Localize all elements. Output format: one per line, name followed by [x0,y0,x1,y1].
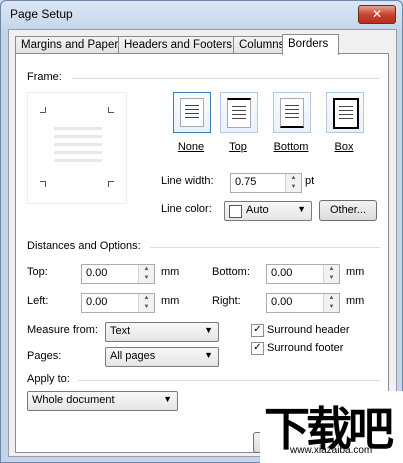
color-swatch [229,205,242,218]
apply-separator [78,380,380,381]
measure-from-label: Measure from: [27,324,98,336]
chevron-down-icon: ▼ [163,394,172,404]
tab-margins-and-paper[interactable]: Margins and Paper [15,36,119,54]
border-top-label: Top [229,141,247,153]
top-label: Top: [27,266,48,278]
border-bottom-icon [280,98,304,128]
chevron-down-icon: ▼ [204,350,213,360]
preview-corner-bl [40,181,46,187]
top-unit: mm [161,266,180,278]
left-unit: mm [161,295,180,307]
border-none-button[interactable] [173,92,211,133]
other-color-button[interactable]: Other... [319,200,377,221]
surround-header-checkbox[interactable]: ✓ [251,324,264,337]
window-title: Page Setup [10,7,73,21]
line-width-label: Line width: [161,175,214,187]
line-width-stepper[interactable]: 0.75 ▲ ▼ [230,173,302,193]
measure-from-value: Text [110,325,131,337]
border-bottom-button[interactable] [273,92,311,133]
line-width-value: 0.75 [235,176,257,188]
preview-line [54,143,102,146]
left-distance-stepper[interactable]: 0.00 ▲ ▼ [81,293,155,313]
preview-line [54,127,102,130]
line-width-unit: pt [305,175,315,187]
measure-from-dropdown[interactable]: Text ▼ [105,322,219,342]
border-box-icon [333,98,359,129]
preview-corner-br [108,181,114,187]
preview-corner-tr [108,107,114,113]
left-distance-arrows[interactable]: ▲ ▼ [138,294,154,312]
apply-to-value: Whole document [32,394,115,406]
frame-label: Frame: [27,71,62,83]
right-distance-stepper[interactable]: 0.00 ▲ ▼ [266,293,340,313]
pages-dropdown[interactable]: All pages ▼ [105,347,219,367]
distances-separator [150,247,380,248]
apply-to-dropdown[interactable]: Whole document ▼ [27,391,178,411]
apply-to-label: Apply to: [27,373,70,385]
surround-footer-label: Surround footer [267,342,344,354]
tab-borders[interactable]: Borders [282,34,339,55]
preview-line [54,151,102,154]
surround-header-label: Surround header [267,324,350,336]
chevron-down-icon: ▼ [204,325,213,335]
chevron-down-icon: ▼ [297,204,306,214]
border-top-icon [227,98,251,128]
close-button[interactable]: ✕ [358,5,396,24]
right-distance-value: 0.00 [271,296,293,308]
frame-separator [72,78,380,79]
bottom-distance-value: 0.00 [271,267,293,279]
bottom-unit: mm [346,266,365,278]
line-color-dropdown[interactable]: Auto ▼ [224,201,312,221]
bottom-distance-arrows[interactable]: ▲ ▼ [323,265,339,283]
bottom-distance-stepper[interactable]: 0.00 ▲ ▼ [266,264,340,284]
preview-line [54,135,102,138]
top-distance-stepper[interactable]: 0.00 ▲ ▼ [81,264,155,284]
title-bar[interactable]: Page Setup ✕ [1,1,402,29]
preview-corner-tl [40,107,46,113]
border-none-label: None [177,141,205,153]
pages-label: Pages: [27,350,62,362]
left-label: Left: [27,295,49,307]
watermark-url: www.xiazaiba.com [290,445,373,456]
surround-footer-checkbox[interactable]: ✓ [251,342,264,355]
border-top-button[interactable] [220,92,258,133]
border-box-button[interactable] [326,92,364,133]
bottom-label: Bottom: [212,266,250,278]
distances-label: Distances and Options: [27,240,141,252]
line-color-label: Line color: [161,203,212,215]
preview-line [54,159,102,162]
tab-headers-and-footers[interactable]: Headers and Footers [118,36,234,54]
border-box-label: Box [334,141,354,153]
line-color-value: Auto [246,204,269,216]
watermark-logo: 下载吧 www.xiazaiba.com [260,391,403,463]
pages-value: All pages [110,350,156,362]
border-none-icon [180,98,204,127]
border-preview [27,92,127,204]
tab-columns[interactable]: Columns [233,36,289,54]
top-distance-arrows[interactable]: ▲ ▼ [138,265,154,283]
left-distance-value: 0.00 [86,296,108,308]
border-bottom-label: Bottom [273,141,309,153]
top-distance-value: 0.00 [86,267,108,279]
right-label: Right: [212,295,241,307]
right-unit: mm [346,295,365,307]
right-distance-arrows[interactable]: ▲ ▼ [323,294,339,312]
line-width-arrows[interactable]: ▲ ▼ [285,174,301,192]
